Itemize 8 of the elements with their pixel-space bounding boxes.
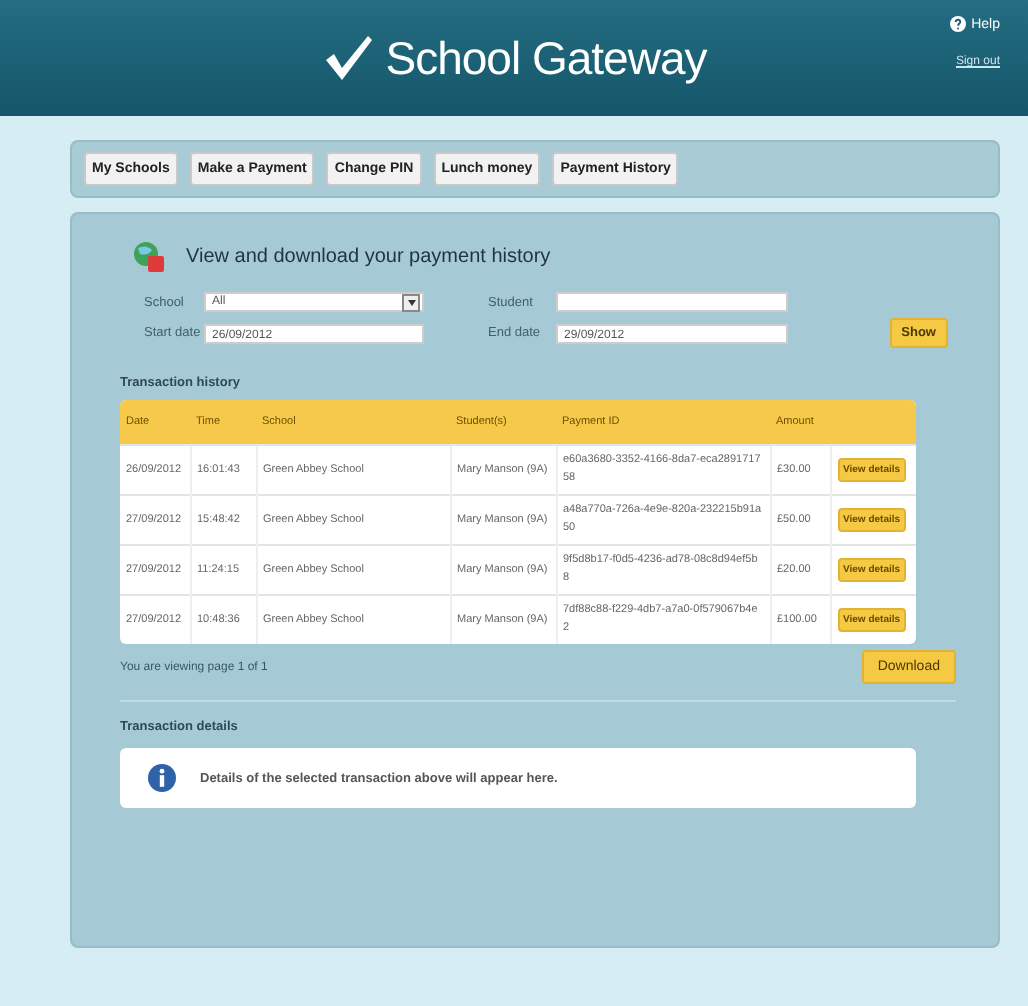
info-icon: [148, 764, 176, 792]
checkmark-logo-icon: [321, 34, 374, 82]
student-field[interactable]: [556, 292, 788, 312]
app-title: School Gateway: [385, 31, 707, 85]
globe-icon: [132, 242, 166, 272]
dropdown-arrow-icon: [407, 299, 415, 305]
help-icon[interactable]: [949, 16, 966, 32]
page-heading: View and download your payment history: [186, 246, 551, 268]
